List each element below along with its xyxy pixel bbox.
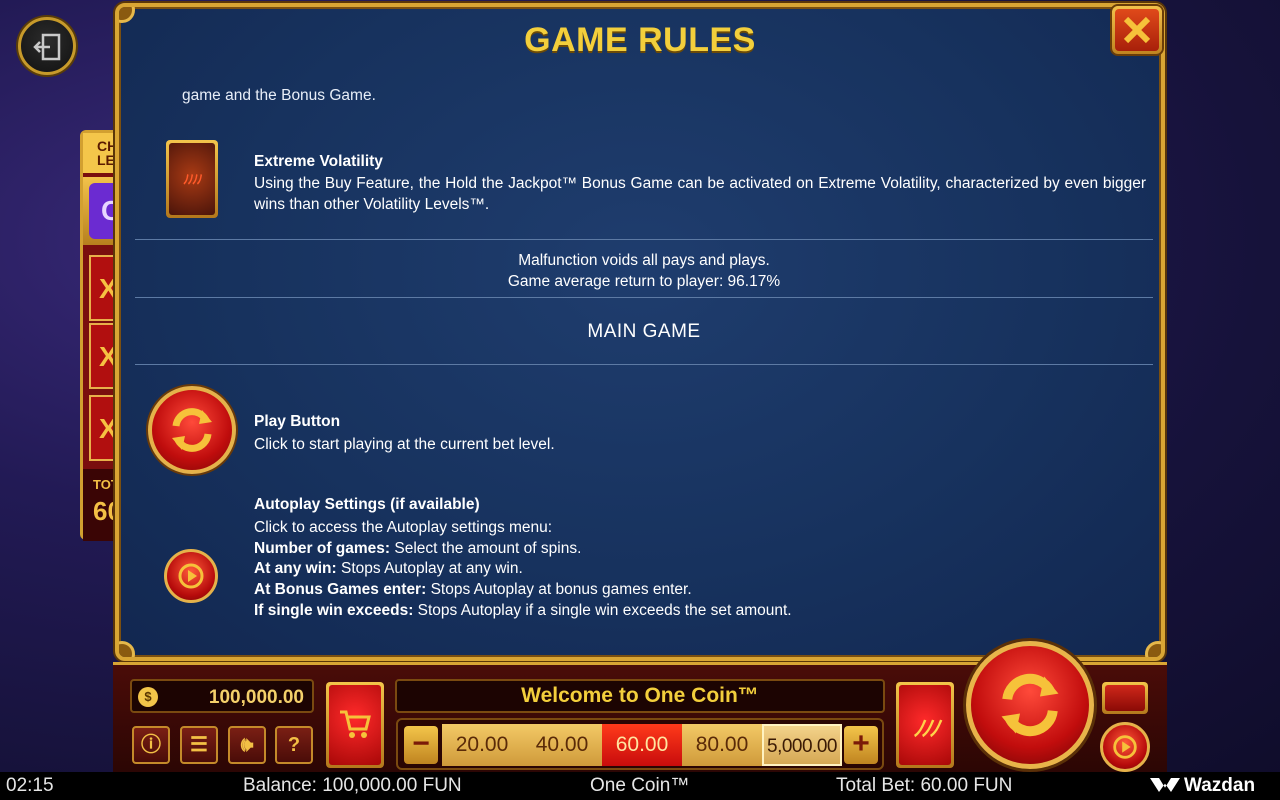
- cut-off-text: game and the Bonus Game.: [182, 87, 376, 104]
- close-icon: [1123, 16, 1151, 44]
- clock: 02:15: [6, 775, 54, 796]
- rule-title: Autoplay Settings (if available): [254, 496, 480, 513]
- rtp-text: Game average return to player: 96.17%: [507, 273, 781, 290]
- autoplay-button[interactable]: [1100, 722, 1150, 772]
- exit-button[interactable]: [18, 17, 76, 75]
- game-rules-modal: GAME RULES game and the Bonus Game. ﾉﾉﾉﾉ…: [115, 3, 1165, 661]
- panel-icon: [1105, 685, 1145, 711]
- buy-feature-button[interactable]: [326, 682, 384, 768]
- status-total-bet: Total Bet: 60.00 FUN: [836, 775, 1013, 796]
- autoplay-option: At any win: Stops Autoplay at any win.: [254, 560, 523, 577]
- volatility-button[interactable]: ﾉﾉﾉ: [896, 682, 954, 768]
- wazdan-logo: Wazdan: [1150, 775, 1255, 797]
- malfunction-text: Malfunction voids all pays and plays.: [518, 252, 770, 269]
- refresh-arrows-icon: [172, 408, 212, 452]
- exit-icon: [33, 33, 61, 61]
- autoplay-icon: [1113, 735, 1137, 759]
- bet-selector: − 20.00 40.00 60.00 80.00 5,000.00 +: [396, 718, 884, 770]
- rule-title: Extreme Volatility: [254, 153, 383, 170]
- rules-scroll-content[interactable]: game and the Bonus Game. ﾉﾉﾉﾉ Extreme Vo…: [135, 73, 1153, 653]
- bet-option[interactable]: 80.00: [682, 724, 762, 766]
- status-bar: 02:15 Balance: 100,000.00 FUN One Coin™ …: [0, 772, 1280, 800]
- close-button[interactable]: [1112, 6, 1162, 54]
- info-button[interactable]: ⓘ: [132, 726, 170, 764]
- refresh-arrows-icon: [1001, 673, 1059, 737]
- menu-button[interactable]: ☰: [180, 726, 218, 764]
- hamburger-icon: ☰: [190, 734, 208, 756]
- bet-option[interactable]: 20.00: [442, 724, 522, 766]
- help-button[interactable]: ?: [275, 726, 313, 764]
- speaker-icon: 🕪: [240, 734, 254, 756]
- balance-display: $ 100,000.00: [130, 679, 314, 713]
- rule-title: Play Button: [254, 413, 341, 430]
- money-bag-icon: $: [138, 687, 158, 707]
- settings-toggle-button[interactable]: [1102, 682, 1148, 714]
- bet-option[interactable]: 40.00: [522, 724, 602, 766]
- divider: [135, 364, 1153, 365]
- message-display: Welcome to One Coin™: [395, 679, 885, 713]
- bet-option-selected[interactable]: 60.00: [602, 724, 682, 766]
- modal-title: GAME RULES: [524, 21, 756, 59]
- bet-decrease-button[interactable]: −: [404, 726, 438, 764]
- spin-button[interactable]: [966, 641, 1094, 769]
- autoplay-option: At Bonus Games enter: Stops Autoplay at …: [254, 581, 692, 598]
- rule-description: Click to access the Autoplay settings me…: [254, 519, 553, 536]
- rule-description: Using the Buy Feature, the Hold the Jack…: [254, 175, 1146, 213]
- extreme-volatility-icon: ﾉﾉﾉﾉ: [166, 140, 218, 218]
- rule-description: Click to start playing at the current be…: [254, 436, 555, 453]
- status-balance: Balance: 100,000.00 FUN: [243, 775, 462, 796]
- chili-peppers-icon: ﾉﾉﾉ: [899, 685, 951, 765]
- game-screen: { "modal": { "title": "GAME RULES", "cut…: [0, 0, 1280, 800]
- autoplay-option: If single win exceeds: Stops Autoplay if…: [254, 602, 792, 619]
- bet-increase-button[interactable]: +: [844, 726, 878, 764]
- autoplay-icon: [164, 549, 218, 603]
- question-icon: ?: [287, 734, 301, 756]
- game-name: One Coin™: [590, 775, 690, 796]
- play-button-icon: [148, 386, 236, 474]
- autoplay-option: Number of games: Select the amount of sp…: [254, 540, 582, 557]
- cart-icon: [340, 710, 371, 738]
- divider: [135, 239, 1153, 240]
- sound-button[interactable]: 🕪: [228, 726, 266, 764]
- info-icon: ⓘ: [141, 734, 161, 756]
- bet-option-max[interactable]: 5,000.00: [762, 724, 842, 766]
- wazdan-logo-icon: [1150, 778, 1180, 792]
- section-title-main-game: MAIN GAME: [587, 321, 701, 342]
- divider: [135, 297, 1153, 298]
